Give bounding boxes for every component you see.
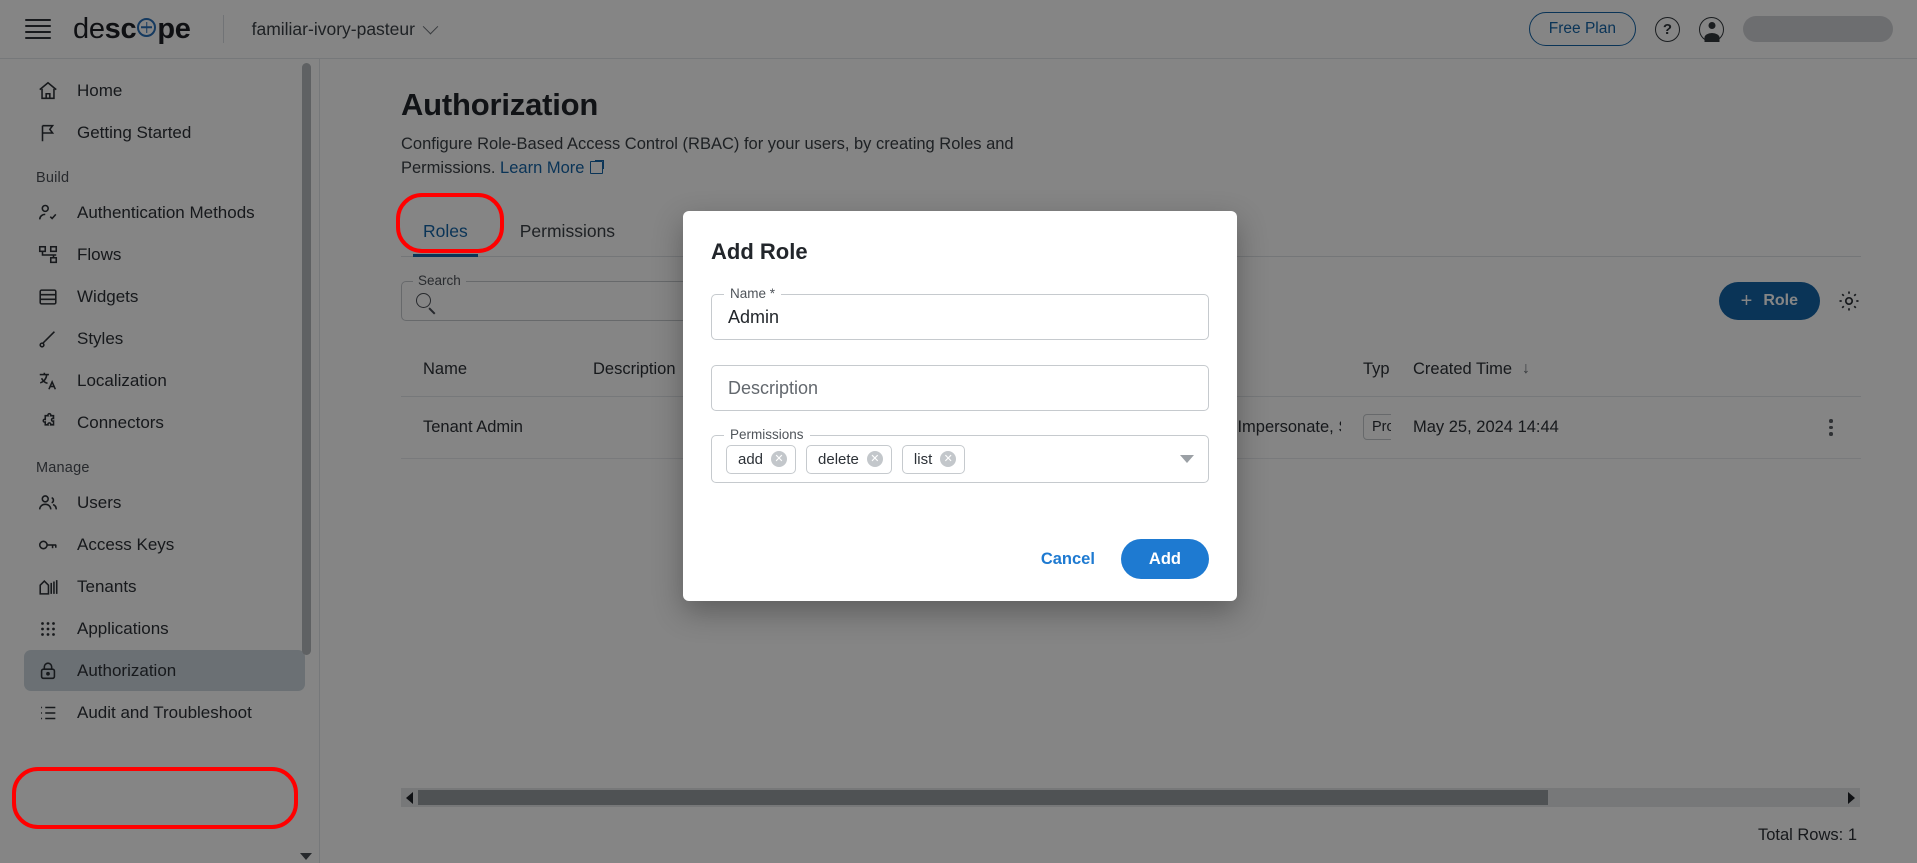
role-description-field[interactable]: Description [711, 365, 1209, 411]
permission-chip[interactable]: list ✕ [901, 444, 966, 474]
chip-remove-icon[interactable]: ✕ [940, 451, 957, 467]
permission-chip[interactable]: add ✕ [726, 444, 797, 474]
cancel-button[interactable]: Cancel [1037, 542, 1099, 577]
permission-chip-label: delete [818, 450, 859, 468]
add-role-modal: Add Role Name * Admin Description Permis… [683, 211, 1237, 601]
role-name-field[interactable]: Name * Admin [711, 286, 1209, 340]
role-description-placeholder: Description [728, 377, 819, 398]
modal-actions: Cancel Add [1037, 539, 1209, 579]
chip-remove-icon[interactable]: ✕ [771, 451, 788, 467]
chevron-down-icon[interactable] [1180, 455, 1194, 463]
role-name-value: Admin [728, 306, 780, 327]
chip-remove-icon[interactable]: ✕ [866, 451, 883, 467]
permission-chip-label: add [738, 450, 764, 468]
role-name-label: Name * [724, 286, 782, 301]
modal-title: Add Role [711, 239, 808, 264]
permission-chip-label: list [913, 450, 933, 468]
permissions-label: Permissions [724, 427, 810, 442]
add-button[interactable]: Add [1120, 539, 1209, 579]
permission-chip[interactable]: delete ✕ [806, 444, 892, 474]
permissions-select[interactable]: Permissions add ✕ delete ✕ list ✕ [711, 427, 1209, 483]
